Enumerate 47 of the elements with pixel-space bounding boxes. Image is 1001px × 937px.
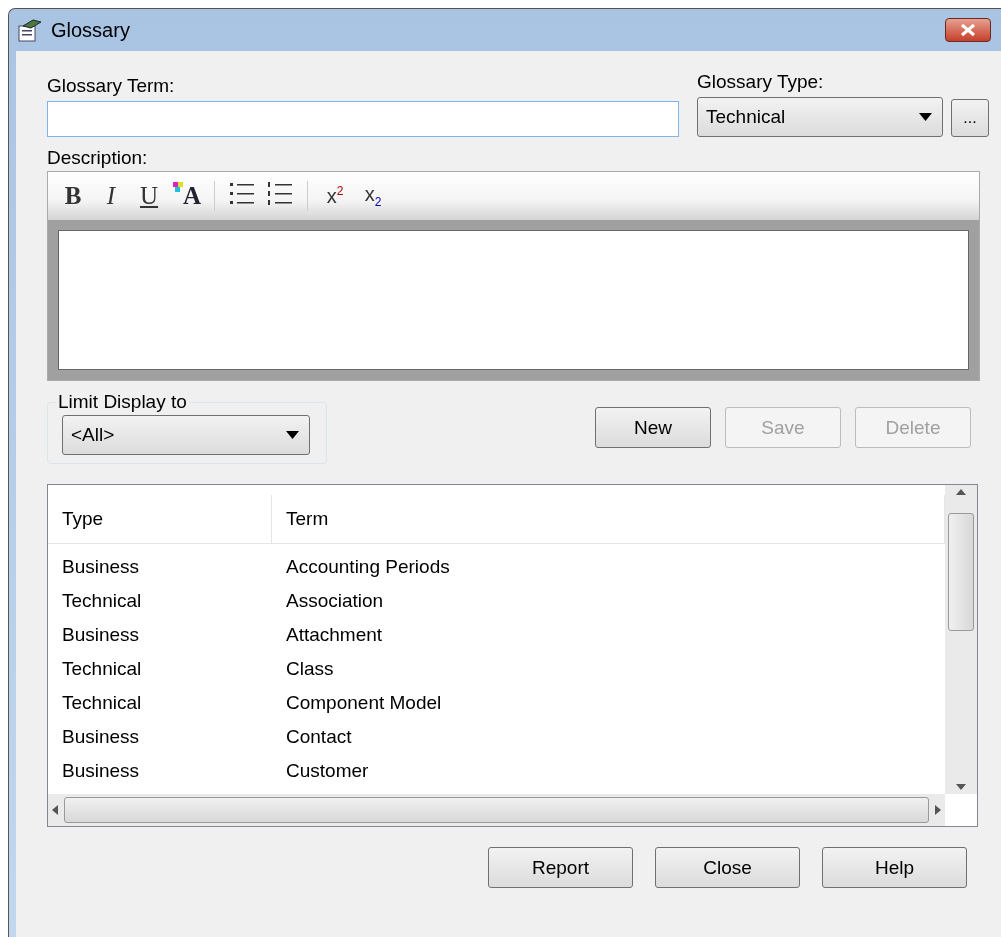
scroll-right-arrow-icon[interactable] — [935, 805, 941, 815]
table-cell-text: Contact — [285, 726, 353, 748]
dialog-button[interactable]: Help — [822, 847, 967, 888]
limit-display-dropdown[interactable]: <All> — [62, 415, 310, 455]
scroll-up-arrow-icon[interactable] — [956, 489, 966, 495]
table-cell-text: Technical — [61, 692, 143, 714]
group-label: Limit Display to — [57, 391, 188, 413]
window-title: Glossary — [51, 18, 131, 42]
italic-button[interactable]: I — [94, 178, 128, 214]
close-icon — [960, 23, 976, 37]
browse-button[interactable]: ... — [951, 99, 989, 137]
table-cell-text: Accounting Periods — [285, 556, 451, 578]
table-cell-text: Business — [61, 726, 141, 748]
font-color-button[interactable]: A — [170, 178, 205, 214]
field-label: Glossary Term: — [47, 75, 176, 97]
caret-icon — [919, 113, 932, 121]
glossary-type-dropdown[interactable]: Technical — [697, 97, 943, 137]
dialog-button[interactable]: Close — [655, 847, 800, 888]
color-squares-icon — [173, 182, 183, 192]
vertical-scrollbar[interactable] — [945, 485, 977, 794]
bold-button[interactable]: B — [56, 178, 90, 214]
field-label: Glossary Type: — [697, 71, 825, 93]
table-cell-text: Attachment — [285, 624, 384, 646]
superscript-button[interactable]: x$^{2}$ — [318, 178, 353, 214]
action-button[interactable]: New — [595, 407, 711, 448]
caret-icon — [286, 431, 299, 439]
table-cell-text: Class — [285, 658, 335, 680]
table-cell-text: Technical — [61, 658, 143, 680]
glossary-term-field[interactable] — [47, 101, 679, 137]
glossary-icon — [17, 18, 43, 42]
table-cell-text: Association — [285, 590, 385, 612]
table-cell-text: Business — [61, 556, 141, 578]
table-cell-text: Business — [61, 624, 141, 646]
underline-button[interactable]: U — [132, 178, 166, 214]
table-cell-text: Technical — [61, 590, 143, 612]
table-cell-text: Customer — [285, 760, 370, 782]
horizontal-scrollbar[interactable] — [48, 794, 945, 826]
dialog-button[interactable]: Report — [488, 847, 633, 888]
close-button[interactable] — [945, 18, 991, 42]
table-cell-text: Component Model — [285, 692, 443, 714]
scroll-left-arrow-icon[interactable] — [52, 805, 58, 815]
field-label: Description: — [47, 147, 149, 169]
scroll-down-arrow-icon[interactable] — [956, 784, 966, 790]
description-field[interactable] — [58, 230, 969, 370]
subscript-button[interactable]: x$_{2}$ — [356, 178, 391, 214]
column-header[interactable]: Type — [48, 495, 272, 543]
table-cell-text: Business — [61, 760, 141, 782]
